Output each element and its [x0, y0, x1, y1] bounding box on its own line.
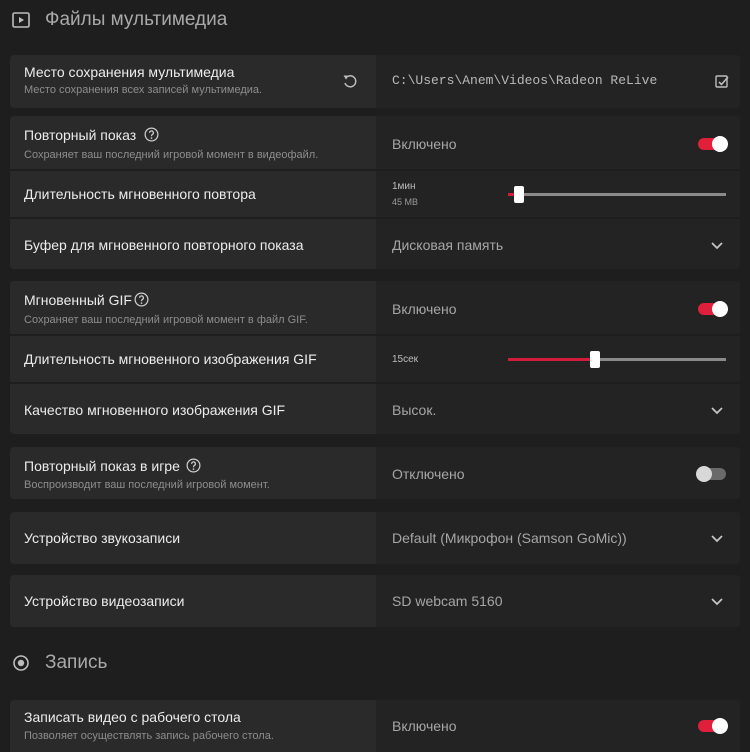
- help-icon[interactable]: [186, 458, 201, 473]
- instant-replay-row: Повторный показ Сохраняет ваш последний …: [10, 116, 740, 169]
- replay-duration-control: 1мин 45 MB: [376, 171, 740, 219]
- instant-gif-control: Включено: [376, 281, 740, 334]
- help-icon[interactable]: [134, 292, 149, 307]
- setting-label: Повторный показ: [24, 127, 137, 143]
- gif-duration-slider[interactable]: [508, 351, 726, 368]
- edit-path-icon[interactable]: [714, 73, 730, 89]
- audio-device-row: Устройство звукозаписи Default (Микрофон…: [10, 512, 740, 564]
- replay-buffer-dropdown[interactable]: Дисковая память: [376, 219, 740, 269]
- setting-label: Мгновенный GIF: [24, 292, 132, 308]
- audio-device-value: Default (Микрофон (Samson GoMic)): [392, 530, 627, 546]
- replay-duration-row: Длительность мгновенного повтора 1мин 45…: [10, 169, 740, 219]
- setting-label: Устройство звукозаписи: [24, 530, 181, 546]
- audio-device-card: Устройство звукозаписи Default (Микрофон…: [10, 512, 740, 564]
- section-title: Файлы мультимедиа: [45, 9, 228, 30]
- desktop-record-card: Записать видео с рабочего стола Позволяе…: [10, 700, 740, 752]
- help-icon[interactable]: [144, 127, 159, 142]
- replay-size-value: 45 MB: [392, 197, 419, 207]
- ingame-replay-control: Отключено: [376, 447, 740, 499]
- replay-duration-value: 1мин: [392, 181, 416, 192]
- instant-gif-row: Мгновенный GIF Сохраняет ваш последний и…: [10, 281, 740, 334]
- media-location-field[interactable]: C:\Users\Anem\Videos\Radeon ReLive: [376, 55, 740, 108]
- setting-label: Длительность мгновенного изображения GIF: [24, 351, 317, 367]
- instant-gif-card: Мгновенный GIF Сохраняет ваш последний и…: [10, 281, 740, 434]
- video-device-card: Устройство видеозаписи SD webcam 5160: [10, 575, 740, 627]
- media-location-value: C:\Users\Anem\Videos\Radeon ReLive: [392, 73, 658, 88]
- section-title: Запись: [45, 652, 108, 673]
- chevron-down-icon: [711, 242, 723, 250]
- desktop-record-row: Записать видео с рабочего стола Позволяе…: [10, 700, 740, 752]
- gif-duration-row: Длительность мгновенного изображения GIF…: [10, 334, 740, 384]
- toggle-knob: [712, 301, 728, 317]
- replay-buffer-value: Дисковая память: [392, 237, 504, 253]
- toggle-knob: [712, 136, 728, 152]
- setting-label: Место сохранения мультимедиа: [24, 64, 235, 80]
- gif-quality-row: Качество мгновенного изображения GIF Выс…: [10, 382, 740, 434]
- slider-fill: [508, 358, 596, 361]
- chevron-down-icon: [711, 535, 723, 543]
- ingame-replay-value: Отключено: [392, 466, 465, 482]
- instant-replay-card: Повторный показ Сохраняет ваш последний …: [10, 116, 740, 269]
- setting-label: Качество мгновенного изображения GIF: [24, 402, 286, 418]
- desktop-record-control: Включено: [376, 700, 740, 752]
- video-device-value: SD webcam 5160: [392, 593, 503, 609]
- setting-description: Сохраняет ваш последний игровой момент в…: [24, 149, 319, 161]
- slider-thumb[interactable]: [590, 351, 601, 368]
- setting-description: Позволяет осуществлять запись рабочего с…: [24, 730, 274, 742]
- replay-buffer-row: Буфер для мгновенного повторного показа …: [10, 217, 740, 269]
- media-location-card: Место сохранения мультимедиа Место сохра…: [10, 55, 740, 108]
- setting-description: Воспроизводит ваш последний игровой моме…: [24, 479, 270, 491]
- gif-duration-value: 15сек: [392, 354, 419, 365]
- setting-label: Устройство видеозаписи: [24, 593, 185, 609]
- section-media-header: Файлы мультимедиа: [0, 0, 750, 40]
- ingame-replay-card: Повторный показ в игре Воспроизводит ваш…: [10, 447, 740, 499]
- gif-duration-control: 15сек: [376, 336, 740, 384]
- toggle-knob: [696, 466, 712, 482]
- replay-duration-slider[interactable]: [508, 186, 726, 203]
- setting-label: Буфер для мгновенного повторного показа: [24, 237, 304, 253]
- toggle-knob: [712, 718, 728, 734]
- instant-replay-control: Включено: [376, 116, 740, 169]
- video-device-dropdown[interactable]: SD webcam 5160: [376, 575, 740, 627]
- gif-quality-dropdown[interactable]: Высок.: [376, 384, 740, 434]
- desktop-record-value: Включено: [392, 718, 457, 734]
- video-device-row: Устройство видеозаписи SD webcam 5160: [10, 575, 740, 627]
- media-location-row: Место сохранения мультимедиа Место сохра…: [10, 55, 740, 108]
- reset-icon[interactable]: [342, 73, 358, 89]
- instant-gif-value: Включено: [392, 301, 457, 317]
- ingame-replay-toggle[interactable]: [696, 466, 726, 482]
- slider-thumb[interactable]: [513, 186, 524, 203]
- gif-quality-value: Высок.: [392, 402, 437, 418]
- record-icon: [13, 655, 29, 671]
- setting-label: Повторный показ в игре: [24, 458, 180, 474]
- setting-label: Длительность мгновенного повтора: [24, 186, 256, 202]
- ingame-replay-row: Повторный показ в игре Воспроизводит ваш…: [10, 447, 740, 499]
- desktop-record-toggle[interactable]: [698, 718, 728, 734]
- play-icon: [12, 12, 30, 28]
- instant-gif-toggle[interactable]: [698, 301, 728, 317]
- chevron-down-icon: [711, 407, 723, 415]
- audio-device-dropdown[interactable]: Default (Микрофон (Samson GoMic)): [376, 512, 740, 564]
- instant-replay-toggle[interactable]: [698, 136, 728, 152]
- setting-description: Сохраняет ваш последний игровой момент в…: [24, 314, 308, 326]
- instant-replay-value: Включено: [392, 136, 457, 152]
- setting-description: Место сохранения всех записей мультимеди…: [24, 84, 263, 96]
- chevron-down-icon: [711, 598, 723, 606]
- section-record-header: Запись: [0, 643, 750, 683]
- setting-label: Записать видео с рабочего стола: [24, 709, 241, 725]
